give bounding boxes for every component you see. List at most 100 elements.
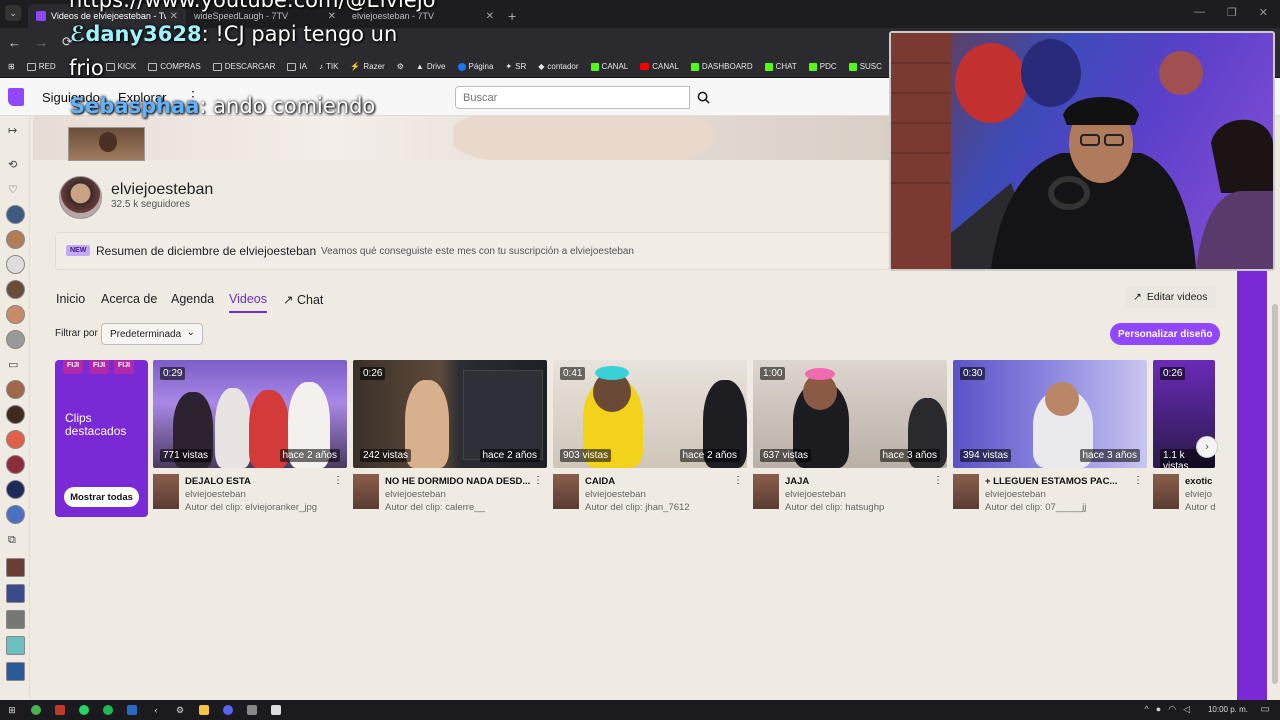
settings-icon[interactable]: ⚙	[168, 700, 192, 720]
more-options-icon[interactable]: ⋮	[733, 475, 743, 486]
avatar[interactable]	[6, 584, 25, 603]
bookmark-drive[interactable]: ▲ Drive	[416, 62, 446, 71]
tab-search-button[interactable]: ⌄	[5, 5, 21, 21]
avatar[interactable]	[6, 636, 25, 655]
bookmark-folder[interactable]: RED	[26, 62, 56, 71]
clip-title[interactable]: exotic	[1185, 476, 1215, 487]
tab-videos[interactable]: Videos	[229, 292, 267, 306]
edit-videos-button[interactable]: ↗ Editar videos	[1125, 286, 1216, 308]
avatar[interactable]	[6, 480, 25, 499]
clip-card[interactable]: 1:00 637 vistas hace 3 años JAJA elviejo…	[753, 360, 947, 515]
clip-channel[interactable]: elviejoesteban	[385, 489, 446, 500]
bookmark-folder[interactable]: IA	[287, 62, 307, 71]
avatar[interactable]	[6, 380, 25, 399]
clip-channel-avatar[interactable]	[753, 474, 779, 509]
clip-card[interactable]: 0:30 394 vistas hace 3 años + LLEGUEN ES…	[953, 360, 1147, 515]
more-options-icon[interactable]: ⋮	[533, 475, 543, 486]
bookmark-pdc[interactable]: PDC	[808, 62, 837, 71]
new-tab-button[interactable]: +	[508, 4, 516, 28]
clip-channel[interactable]: elviejoesteban	[785, 489, 846, 500]
bookmark-tiktok[interactable]: ♪ TIK	[319, 62, 338, 71]
bookmark-contador[interactable]: ◆ contador	[538, 62, 578, 71]
carousel-next-button[interactable]: ›	[1196, 436, 1218, 458]
close-window-icon[interactable]: ✕	[1259, 6, 1268, 19]
close-tab-icon[interactable]: ✕	[328, 11, 336, 22]
heart-icon[interactable]: ♡	[8, 183, 18, 196]
scrollbar-thumb[interactable]	[1272, 304, 1278, 684]
maximize-icon[interactable]: ❐	[1227, 6, 1237, 19]
tab-home[interactable]: Inicio	[56, 292, 85, 306]
collapse-sidebar-icon[interactable]: ↦	[8, 124, 17, 137]
app-icon[interactable]: ‹	[144, 700, 168, 720]
avatar[interactable]	[6, 405, 25, 424]
start-icon[interactable]: ⊞	[0, 700, 24, 720]
forward-icon[interactable]: →	[35, 35, 48, 50]
bookmark-chat[interactable]: CHAT	[764, 62, 797, 71]
filter-dropdown[interactable]: Predeterminada ⌄	[101, 323, 203, 345]
clip-title[interactable]: DEJALO ESTA	[185, 476, 335, 487]
channel-name[interactable]: elviejoesteban	[111, 181, 213, 199]
tab-chat[interactable]: ↗ Chat	[283, 292, 323, 307]
whatsapp-icon[interactable]	[72, 700, 96, 720]
avatar[interactable]	[6, 230, 25, 249]
avatar[interactable]	[6, 430, 25, 449]
app-icon[interactable]	[48, 700, 72, 720]
volume-icon[interactable]: ◁	[1183, 704, 1190, 715]
avatar[interactable]	[6, 305, 25, 324]
clip-thumbnail[interactable]: 0:41 903 vistas hace 2 años	[553, 360, 747, 468]
clip-channel[interactable]: elviejoesteban	[985, 489, 1046, 500]
clip-title[interactable]: CAIDA	[585, 476, 735, 487]
close-tab-icon[interactable]: ✕	[486, 11, 494, 22]
system-tray[interactable]: ^ ● ◠ ◁	[1145, 704, 1190, 715]
featured-clips-card[interactable]: FIJI FIJI FIJI Clips destacados Mostrar …	[55, 360, 148, 517]
back-icon[interactable]: ←	[8, 35, 21, 50]
clip-card[interactable]: 0:41 903 vistas hace 2 años CAIDA elviej…	[553, 360, 747, 515]
chevron-up-icon[interactable]: ^	[1145, 704, 1149, 715]
bookmark-dashboard[interactable]: DASHBOARD	[690, 62, 753, 71]
bookmark-folder[interactable]: DESCARGAR	[212, 62, 275, 71]
chrome-icon[interactable]	[24, 700, 48, 720]
clip-title[interactable]: NO HE DORMIDO NADA DESD...	[385, 476, 535, 487]
clip-channel[interactable]: elviejoesteban	[585, 489, 646, 500]
followed-icon[interactable]: ⟲	[8, 158, 17, 171]
bookmark-youtube-canal[interactable]: CANAL	[640, 62, 679, 71]
channel-avatar[interactable]	[59, 176, 102, 219]
clip-title[interactable]: JAJA	[785, 476, 935, 487]
bookmark-facebook[interactable]: Página	[457, 62, 493, 71]
folder-icon[interactable]	[192, 700, 216, 720]
bookmark-susc[interactable]: SUSC	[848, 62, 882, 71]
bookmark-razer[interactable]: ⚡ Razer	[350, 62, 384, 71]
tab-schedule[interactable]: Agenda	[171, 292, 214, 306]
search-button[interactable]	[692, 86, 714, 109]
avatar[interactable]	[6, 205, 25, 224]
clip-thumbnail[interactable]: 0:26 242 vistas hace 2 años	[353, 360, 547, 468]
customize-layout-button[interactable]: Personalizar diseño	[1110, 323, 1221, 345]
avatar[interactable]	[6, 255, 25, 274]
clock[interactable]: 10:00 p. m.	[1208, 705, 1248, 714]
clip-channel-avatar[interactable]	[353, 474, 379, 509]
clip-channel-avatar[interactable]	[153, 474, 179, 509]
more-options-icon[interactable]: ⋮	[933, 475, 943, 486]
clip-channel-avatar[interactable]	[1153, 474, 1179, 509]
more-options-icon[interactable]: ⋮	[333, 475, 343, 486]
apps-icon[interactable]: ⊞	[8, 62, 15, 71]
bookmark-folder[interactable]: KICK	[105, 62, 136, 71]
clip-card[interactable]: 0:26 242 vistas hace 2 años NO HE DORMID…	[353, 360, 547, 515]
clip-channel[interactable]: elviejo	[1185, 489, 1212, 500]
microphone-icon[interactable]: ●	[1156, 704, 1161, 715]
clip-channel-avatar[interactable]	[553, 474, 579, 509]
clip-thumbnail[interactable]: 1:00 637 vistas hace 3 años	[753, 360, 947, 468]
clip-channel[interactable]: elviejoesteban	[185, 489, 246, 500]
app-icon[interactable]	[240, 700, 264, 720]
wifi-icon[interactable]: ◠	[1168, 704, 1176, 715]
minimize-icon[interactable]: —	[1194, 6, 1205, 19]
clip-channel-avatar[interactable]	[953, 474, 979, 509]
twitch-logo-icon[interactable]	[8, 88, 24, 106]
clip-title[interactable]: + LLEGUEN ESTAMOS PAC...	[985, 476, 1135, 487]
avatar[interactable]	[6, 610, 25, 629]
app-icon[interactable]	[120, 700, 144, 720]
copy-icon[interactable]: ⧉	[8, 534, 16, 547]
avatar[interactable]	[6, 455, 25, 474]
camera-icon[interactable]: ▭	[8, 358, 18, 371]
spotify-icon[interactable]	[96, 700, 120, 720]
